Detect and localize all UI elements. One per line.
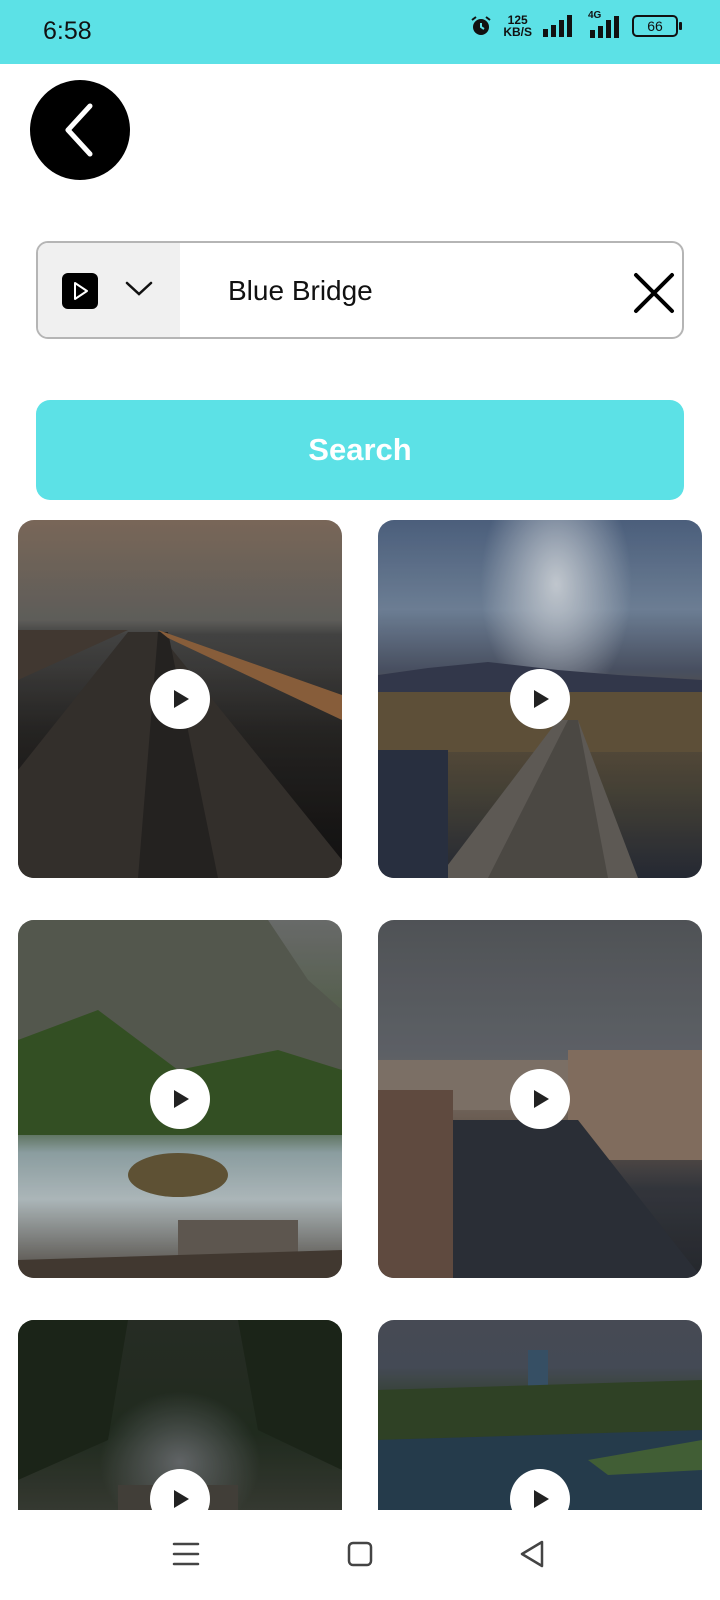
status-icons: 125 KB/S 4G 66 [469,10,682,38]
search-button[interactable]: Search [36,400,684,500]
speed-unit: KB/S [503,25,532,39]
status-time: 6:58 [43,17,92,45]
network-speed: 125 KB/S [503,14,532,38]
play-button[interactable] [150,669,210,729]
play-icon [174,1090,189,1108]
status-bar: 6:58 125 KB/S 4G 66 [0,0,720,64]
chevron-left-icon [65,103,93,157]
play-icon [534,690,549,708]
home-button[interactable] [340,1534,380,1574]
media-type-selector[interactable] [38,243,180,337]
play-icon [534,1490,549,1508]
close-icon [634,273,674,313]
signal-4g-icon: 4G [582,10,622,38]
video-thumbnail[interactable] [18,520,342,878]
back-triangle-icon [520,1540,544,1568]
video-thumbnail[interactable] [18,1320,342,1510]
recent-apps-button[interactable] [166,1534,206,1574]
signal-icon [543,15,572,37]
system-back-button[interactable] [512,1534,552,1574]
play-button[interactable] [150,1069,210,1129]
play-icon [174,690,189,708]
play-button[interactable] [510,669,570,729]
search-box: Blue Bridge [36,241,684,339]
battery-icon: 66 [632,15,682,37]
video-icon [62,273,98,309]
system-nav-bar [0,1510,720,1600]
play-icon [174,1490,189,1508]
play-button[interactable] [510,1069,570,1129]
video-thumbnail[interactable] [378,920,702,1278]
chevron-down-icon [125,281,153,296]
video-thumbnail[interactable] [18,920,342,1278]
home-icon [347,1541,373,1567]
menu-icon [172,1542,200,1566]
search-input[interactable]: Blue Bridge [228,275,373,307]
clear-search-button[interactable] [630,269,678,317]
video-thumbnail[interactable] [378,520,702,878]
alarm-icon [471,16,491,35]
play-icon [534,1090,549,1108]
video-thumbnail[interactable] [378,1320,702,1510]
back-button[interactable] [30,80,130,180]
